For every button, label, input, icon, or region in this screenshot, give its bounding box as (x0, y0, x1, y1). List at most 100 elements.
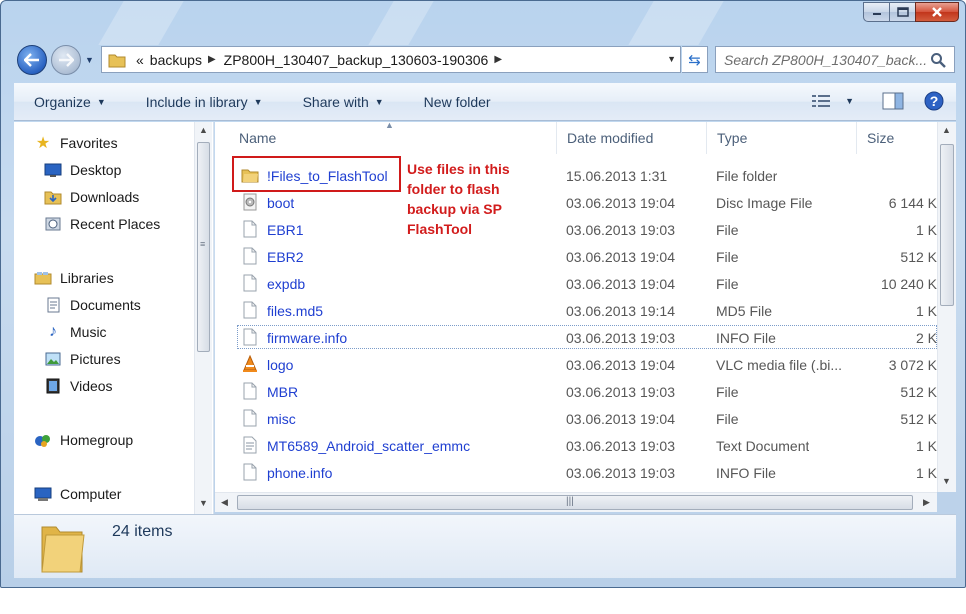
nav-libraries[interactable]: Libraries (34, 269, 114, 287)
file-row[interactable]: MBR 03.06.2013 19:03 File 512 K (215, 378, 937, 405)
file-type: File (716, 383, 739, 400)
file-date-modified: 03.06.2013 19:03 (566, 383, 675, 400)
view-options-icon[interactable] (811, 93, 831, 109)
file-row[interactable]: expdb 03.06.2013 19:04 File 10 240 K (215, 270, 937, 297)
file-date-modified: 03.06.2013 19:03 (566, 329, 675, 346)
back-button[interactable] (17, 45, 47, 75)
include-in-library-button[interactable]: Include in library ▼ (126, 94, 283, 110)
file-icon (241, 247, 259, 265)
close-button[interactable] (915, 2, 959, 22)
nav-computer[interactable]: Computer (34, 485, 121, 503)
recent-pages-dropdown[interactable]: ▼ (85, 55, 94, 65)
vertical-scroll-thumb[interactable] (940, 144, 954, 306)
file-row[interactable]: misc 03.06.2013 19:04 File 512 K (215, 405, 937, 432)
address-dropdown-icon[interactable]: ▼ (667, 54, 676, 64)
nav-item-music[interactable]: ♪ Music (44, 323, 107, 341)
videos-icon (44, 377, 62, 395)
scroll-up-icon[interactable]: ▲ (942, 125, 951, 135)
nav-item-downloads[interactable]: Downloads (44, 188, 139, 206)
disc-image-icon (241, 193, 259, 211)
nav-scroll-thumb[interactable]: ≡ (197, 142, 210, 352)
file-row[interactable]: MT6589_Android_scatter_emmc 03.06.2013 1… (215, 432, 937, 459)
nav-item-label: Desktop (70, 162, 122, 178)
chevron-right-icon[interactable]: ▶ (494, 54, 502, 65)
file-type: MD5 File (716, 302, 773, 319)
forward-button[interactable] (51, 45, 81, 75)
file-name[interactable]: logo (267, 351, 293, 378)
preview-pane-icon[interactable] (882, 92, 904, 110)
file-type: Text Document (716, 437, 810, 454)
horizontal-scroll-thumb[interactable]: ||| (237, 495, 913, 510)
file-icon (241, 274, 259, 292)
file-row[interactable]: boot 03.06.2013 19:04 Disc Image File 6 … (215, 189, 937, 216)
scroll-left-icon[interactable]: ◀ (221, 497, 228, 508)
column-header-name[interactable]: Name ▲ (215, 122, 557, 154)
file-name[interactable]: MT6589_Android_scatter_emmc (267, 432, 470, 459)
pictures-icon (44, 350, 62, 368)
file-type: File (716, 221, 739, 238)
file-icon (241, 463, 259, 481)
nav-homegroup[interactable]: Homegroup (34, 431, 133, 449)
file-row[interactable]: firmware.info 03.06.2013 19:03 INFO File… (215, 324, 937, 351)
scroll-right-icon[interactable]: ▶ (923, 497, 930, 508)
file-row[interactable]: logo 03.06.2013 19:04 VLC media file (.b… (215, 351, 937, 378)
minimize-button[interactable] (863, 2, 889, 22)
chevron-right-icon[interactable]: ▶ (208, 54, 216, 65)
scroll-down-icon[interactable]: ▼ (942, 476, 951, 486)
scroll-up-icon[interactable]: ▲ (199, 125, 208, 135)
file-row[interactable]: EBR2 03.06.2013 19:04 File 512 K (215, 243, 937, 270)
organize-button[interactable]: Organize ▼ (14, 94, 126, 110)
nav-item-recent-places[interactable]: Recent Places (44, 215, 160, 233)
nav-item-pictures[interactable]: Pictures (44, 350, 121, 368)
address-bar[interactable]: « backups ▶ ZP800H_130407_backup_130603-… (101, 46, 681, 73)
file-name[interactable]: firmware.info (267, 324, 347, 351)
view-dropdown-icon[interactable]: ▼ (845, 96, 854, 106)
file-name[interactable]: EBR2 (267, 243, 304, 270)
column-size-label: Size (867, 130, 895, 146)
file-date-modified: 03.06.2013 19:04 (566, 356, 675, 373)
nav-favorites-label: Favorites (60, 135, 118, 151)
nav-scrollbar[interactable]: ▲ ≡ ▼ (194, 122, 212, 514)
file-name[interactable]: boot (267, 189, 294, 216)
folder-icon (41, 526, 85, 573)
column-header-type[interactable]: Type (707, 122, 857, 154)
file-icon (241, 220, 259, 238)
nav-item-videos[interactable]: Videos (44, 377, 113, 395)
search-input[interactable]: Search ZP800H_130407_back... (715, 46, 955, 73)
new-folder-button[interactable]: New folder (404, 94, 511, 110)
file-name[interactable]: EBR1 (267, 216, 304, 243)
nav-item-label: Pictures (70, 351, 121, 367)
nav-item-desktop[interactable]: Desktop (44, 161, 121, 179)
explorer-window: ▼ « backups ▶ ZP800H_130407_backup_13060… (0, 0, 966, 588)
file-row[interactable]: phone.info 03.06.2013 19:03 INFO File 1 … (215, 459, 937, 486)
share-with-button[interactable]: Share with ▼ (283, 94, 404, 110)
file-row[interactable]: EBR1 03.06.2013 19:03 File 1 K (215, 216, 937, 243)
file-size (855, 162, 937, 189)
file-name[interactable]: phone.info (267, 459, 332, 486)
file-name[interactable]: MBR (267, 378, 298, 405)
glass-decoration (98, 1, 184, 45)
refresh-button[interactable]: ⇆ (682, 46, 708, 73)
maximize-button[interactable] (889, 2, 915, 22)
file-name[interactable]: files.md5 (267, 297, 323, 324)
vlc-icon (241, 354, 259, 373)
file-icon (241, 301, 259, 319)
breadcrumb-current-folder[interactable]: ZP800H_130407_backup_130603-190306 (224, 52, 489, 68)
nav-item-documents[interactable]: Documents (44, 296, 141, 314)
file-name[interactable]: expdb (267, 270, 305, 297)
scroll-down-icon[interactable]: ▼ (199, 498, 208, 508)
file-name[interactable]: misc (267, 405, 296, 432)
column-header-date[interactable]: Date modified (557, 122, 707, 154)
file-row[interactable]: files.md5 03.06.2013 19:14 MD5 File 1 K (215, 297, 937, 324)
file-list-vertical-scrollbar[interactable]: ▲ ▼ (937, 122, 956, 492)
breadcrumb-overflow[interactable]: « (136, 52, 144, 68)
help-icon[interactable]: ? (924, 91, 944, 111)
breadcrumb-backups[interactable]: backups (150, 52, 202, 68)
file-size: 1 K (915, 221, 937, 238)
search-icon[interactable] (930, 52, 946, 68)
refresh-icon: ⇆ (688, 51, 701, 69)
column-header-size[interactable]: Size (857, 122, 937, 154)
item-count: 24 items (112, 523, 173, 540)
file-list-horizontal-scrollbar[interactable]: ◀ ||| ▶ (215, 492, 937, 512)
nav-favorites[interactable]: ★ Favorites (34, 134, 118, 152)
